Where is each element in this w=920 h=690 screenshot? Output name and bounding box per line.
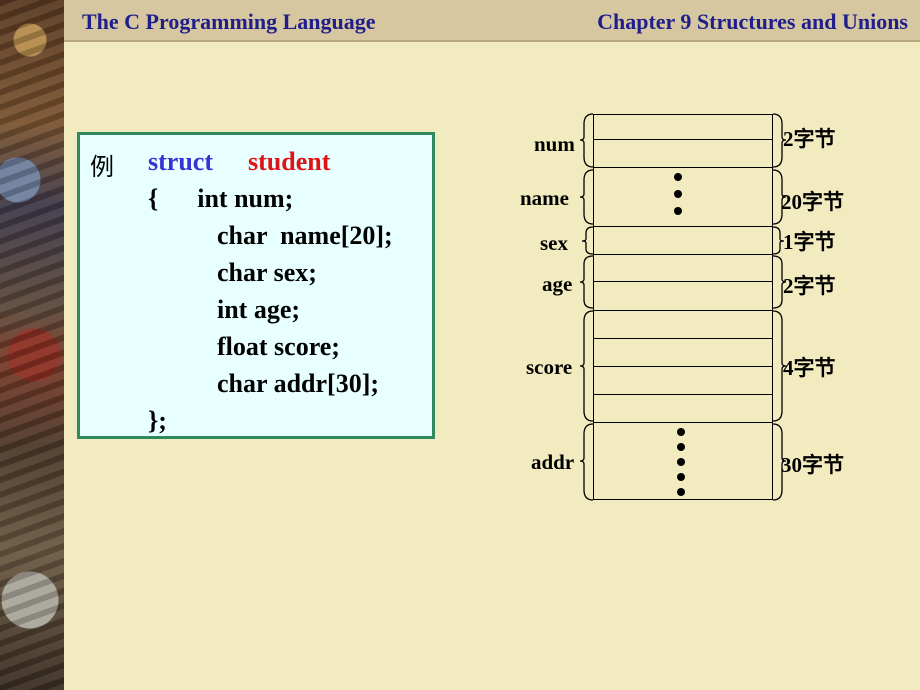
size-label-name: 20字节 — [781, 190, 844, 214]
size-label-score: 4字节 — [783, 356, 836, 380]
field-label-sex: sex — [540, 231, 568, 255]
brace-brackets — [579, 113, 787, 501]
field-label-addr: addr — [531, 450, 575, 474]
field-label-name: name — [520, 186, 569, 210]
field-label-num: num — [534, 132, 575, 156]
size-label-num: 2字节 — [783, 127, 836, 151]
size-label-age: 2字节 — [783, 274, 836, 298]
field-label-score: score — [526, 355, 573, 379]
size-label-addr: 30字节 — [781, 453, 844, 477]
size-label-sex: 1字节 — [783, 230, 836, 254]
field-label-age: age — [542, 272, 573, 296]
